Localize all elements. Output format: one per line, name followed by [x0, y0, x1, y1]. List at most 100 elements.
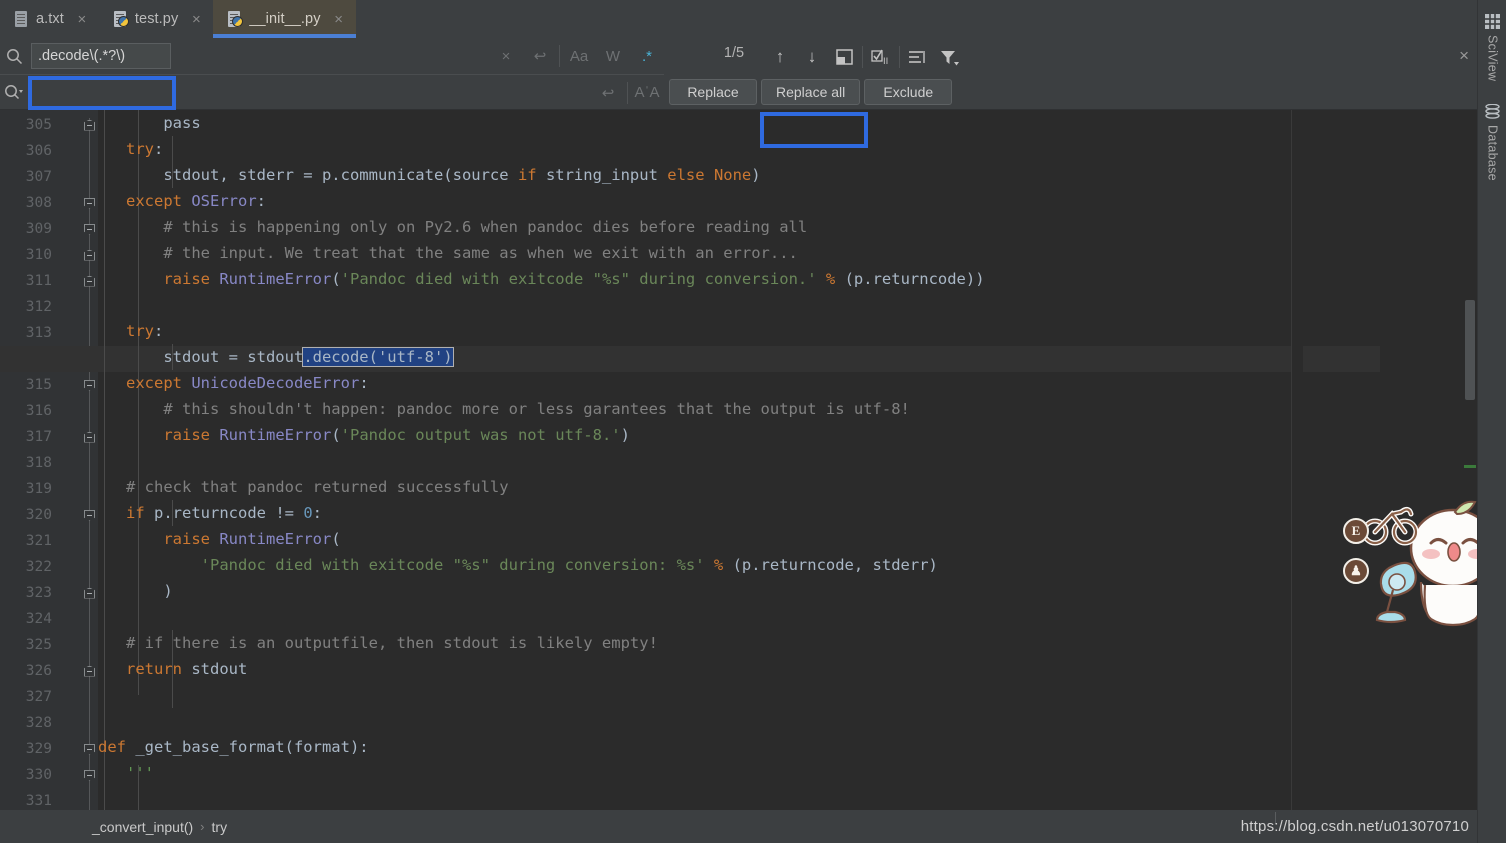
find-in-selection-icon[interactable]: [902, 43, 934, 71]
divider: [559, 45, 560, 67]
tab-close-icon[interactable]: ×: [189, 12, 203, 27]
sticker-badge-e: E: [1343, 518, 1369, 544]
divider: [899, 46, 900, 68]
fold-marker[interactable]: [82, 580, 97, 606]
line-number: 307: [25, 169, 52, 185]
line-number: 322: [25, 559, 52, 575]
line-number: 319: [25, 481, 52, 497]
match-count: 1/5: [723, 45, 745, 61]
regex-icon[interactable]: .*: [630, 38, 664, 74]
line-number: 308: [25, 195, 52, 211]
python-file-icon: [227, 10, 244, 28]
fold-marker[interactable]: [82, 658, 97, 684]
line-number: 318: [25, 455, 52, 471]
code-area[interactable]: pass try: stdout, stderr = p.communicate…: [0, 110, 1477, 810]
breadcrumb-item-function[interactable]: _convert_input(): [92, 819, 193, 835]
fold-marker[interactable]: [82, 762, 97, 788]
tab-label: __init__.py: [249, 11, 321, 27]
close-search-icon[interactable]: ×: [489, 38, 523, 74]
svg-text:II: II: [883, 57, 888, 66]
words-icon[interactable]: W: [596, 38, 630, 74]
vcs-change-marker[interactable]: [1464, 465, 1476, 468]
tab-label: test.py: [134, 11, 179, 27]
replace-input[interactable]: [31, 80, 591, 106]
line-number: 328: [25, 715, 52, 731]
text-file-icon: [14, 10, 29, 28]
breadcrumb-item-block[interactable]: try: [212, 819, 228, 835]
python-file-icon: [113, 10, 129, 28]
editor-scrollbar-track[interactable]: [1463, 110, 1477, 810]
line-number: 331: [25, 793, 52, 809]
fold-marker[interactable]: [82, 216, 97, 242]
sidebar-item-label: SciView: [1485, 35, 1500, 82]
search-history-icon[interactable]: ↩: [523, 38, 557, 74]
replace-row-controls: ↩ AˈA: [591, 75, 664, 111]
line-number: 329: [25, 741, 52, 757]
select-all-occurrences-icon[interactable]: II: [865, 43, 897, 71]
fold-marker[interactable]: [82, 502, 97, 528]
editor-scrollbar-thumb[interactable]: [1465, 300, 1475, 400]
replace-input-wrap: [28, 75, 591, 111]
line-number: 312: [25, 299, 52, 315]
fold-column: [82, 110, 98, 810]
sidebar-item-database[interactable]: Database: [1478, 103, 1506, 181]
tab-init-py[interactable]: __init__.py ×: [213, 0, 356, 38]
line-number: 324: [25, 611, 52, 627]
line-number: 309: [25, 221, 52, 237]
source-code[interactable]: pass try: stdout, stderr = p.communicate…: [98, 110, 985, 810]
fold-marker[interactable]: [82, 112, 97, 138]
line-number: 320: [25, 507, 52, 523]
line-number: 305: [25, 117, 52, 133]
line-number: 326: [25, 663, 52, 679]
fold-marker[interactable]: [82, 372, 97, 398]
fold-marker[interactable]: [82, 242, 97, 268]
preserve-case-icon[interactable]: AˈA: [630, 75, 664, 111]
fold-marker[interactable]: [82, 268, 97, 294]
exclude-button[interactable]: Exclude: [864, 79, 953, 105]
find-previous-icon[interactable]: ↑: [764, 43, 796, 71]
find-replace-panel: .decode\(.*?\) × ↩ Aa W .* ↩ AˈA 1/5 ↑ ↓…: [0, 38, 1477, 148]
tab-a-txt[interactable]: a.txt ×: [0, 0, 99, 38]
sidebar-item-label: Database: [1485, 125, 1500, 181]
replace-button[interactable]: Replace: [669, 79, 757, 105]
line-number: 323: [25, 585, 52, 601]
line-number: 313: [25, 325, 52, 341]
right-tool-strip: SciView Database: [1477, 0, 1506, 843]
close-find-panel-icon[interactable]: ×: [1459, 46, 1469, 66]
search-icon: [0, 48, 28, 65]
sidebar-item-sciview[interactable]: SciView: [1478, 14, 1506, 81]
fold-marker[interactable]: [82, 424, 97, 450]
find-nav-icons: ↑ ↓ II: [764, 43, 966, 71]
replace-history-icon[interactable]: ↩: [591, 75, 625, 111]
grid-icon: [1485, 14, 1500, 29]
tab-test-py[interactable]: test.py ×: [99, 0, 213, 38]
line-number: 316: [25, 403, 52, 419]
line-number: 325: [25, 637, 52, 653]
watermark-url: https://blog.csdn.net/u013070710: [1240, 818, 1469, 835]
editor-gutter[interactable]: 3053063073083093103113123133143153163173…: [0, 110, 1452, 810]
divider: [627, 81, 628, 104]
tab-close-icon[interactable]: ×: [332, 12, 346, 27]
find-next-icon[interactable]: ↓: [796, 43, 828, 71]
divider: [862, 46, 863, 68]
fold-marker[interactable]: [82, 190, 97, 216]
open-in-find-window-icon[interactable]: [828, 43, 860, 71]
match-case-icon[interactable]: Aa: [562, 38, 596, 74]
tab-close-icon[interactable]: ×: [75, 12, 89, 27]
find-button-row: Replace Replace all Exclude: [669, 79, 953, 105]
replace-all-button[interactable]: Replace all: [761, 79, 861, 105]
line-number: 311: [25, 273, 52, 289]
line-number: 330: [25, 767, 52, 783]
breadcrumb: _convert_input() › try: [92, 819, 227, 835]
filter-icon[interactable]: [934, 43, 966, 71]
sticker-badge-shirt: ♟: [1343, 558, 1369, 584]
line-number: 321: [25, 533, 52, 549]
fold-marker[interactable]: [82, 736, 97, 762]
replace-search-icon: [0, 84, 28, 101]
code-editor[interactable]: 3053063073083093103113123133143153163173…: [0, 110, 1477, 810]
line-number: 310: [25, 247, 52, 263]
search-input[interactable]: .decode\(.*?\): [31, 43, 171, 69]
search-input-wrap: .decode\(.*?\): [28, 38, 489, 74]
line-number: 306: [25, 143, 52, 159]
line-number: 327: [25, 689, 52, 705]
